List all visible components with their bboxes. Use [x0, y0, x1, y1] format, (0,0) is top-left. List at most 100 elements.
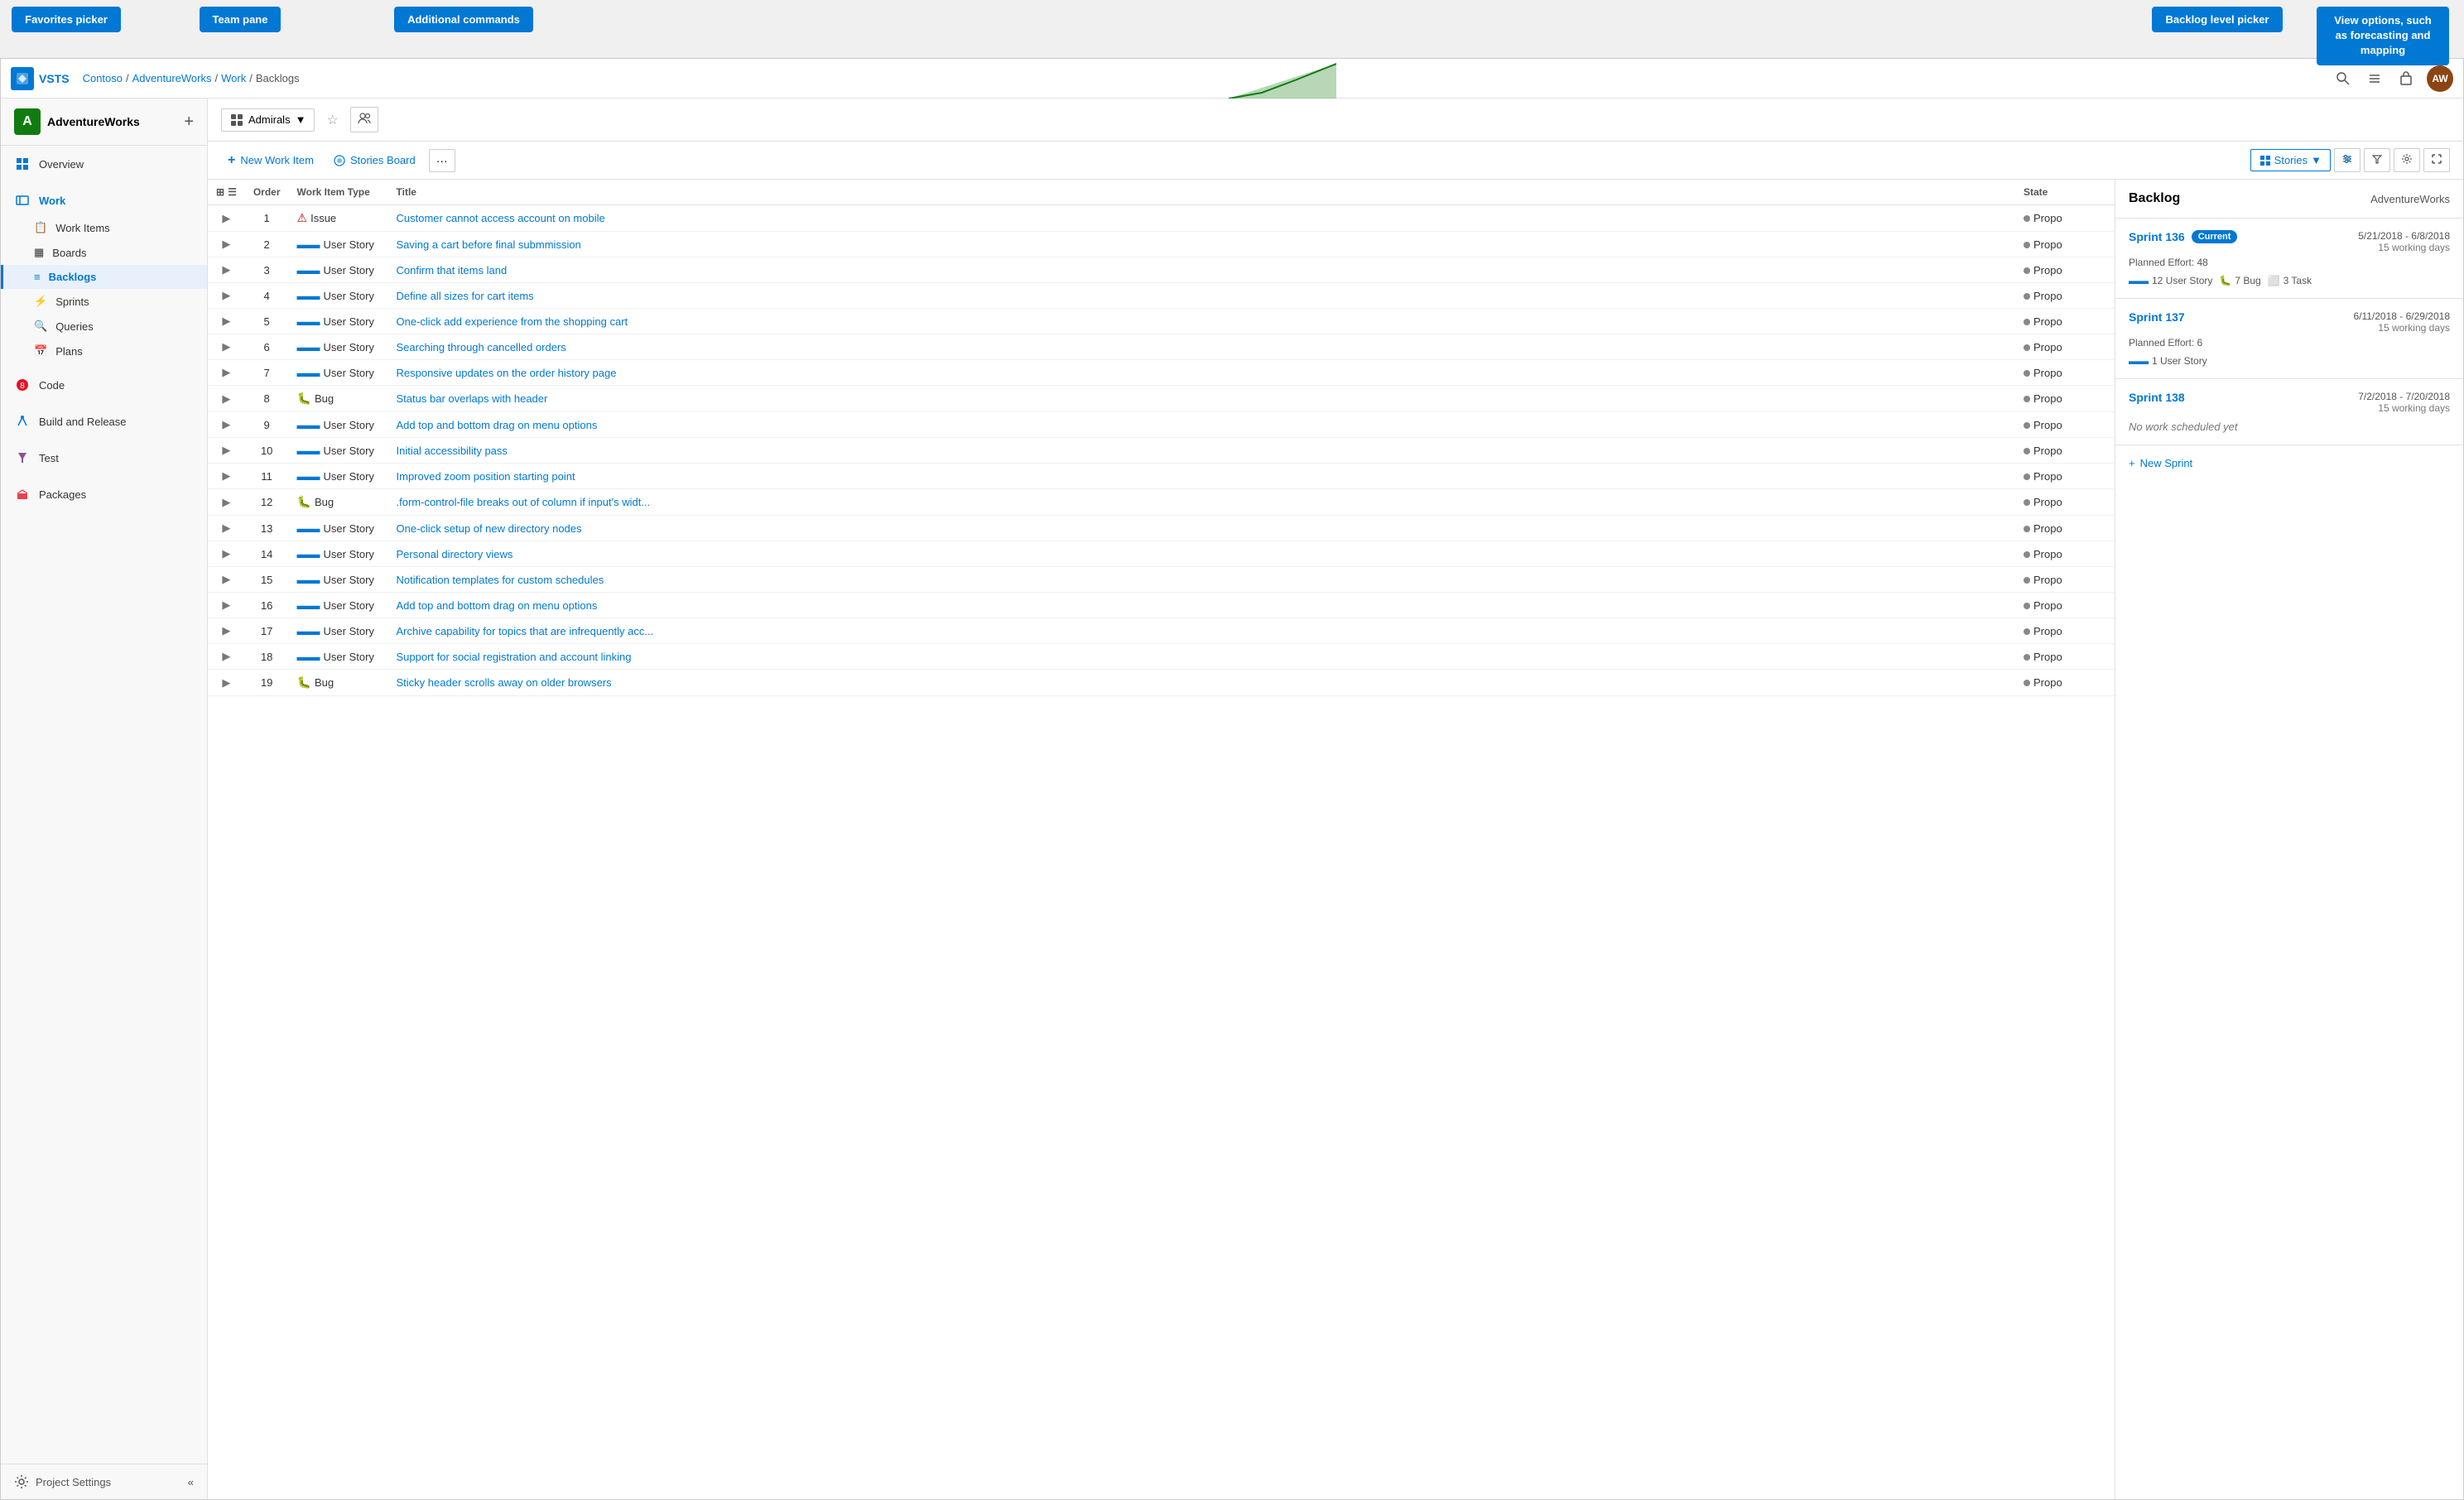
row-expand[interactable]: ▶ — [208, 334, 245, 360]
favorite-button[interactable]: ☆ — [321, 108, 343, 132]
team-selector[interactable]: Admirals ▼ — [221, 108, 315, 132]
new-work-item-button[interactable]: + New Work Item — [221, 149, 320, 172]
row-title[interactable]: Status bar overlaps with header — [388, 386, 2015, 412]
sidebar-item-boards[interactable]: ▦ Boards — [1, 240, 207, 265]
backlog-level-picker-tooltip[interactable]: Backlog level picker — [2152, 7, 2282, 32]
user-avatar[interactable]: AW — [2427, 65, 2453, 92]
app-logo[interactable]: VSTS — [11, 67, 70, 90]
row-expand[interactable]: ▶ — [208, 593, 245, 618]
column-options-button[interactable] — [2334, 148, 2361, 172]
table-row[interactable]: ▶7▬▬User StoryResponsive updates on the … — [208, 360, 2115, 386]
sidebar-item-test[interactable]: Test — [1, 443, 207, 473]
breadcrumb-adventureworks[interactable]: AdventureWorks — [132, 72, 212, 84]
table-row[interactable]: ▶15▬▬User StoryNotification templates fo… — [208, 567, 2115, 593]
bag-button[interactable] — [2395, 68, 2417, 89]
row-title[interactable]: One-click setup of new directory nodes — [388, 516, 2015, 541]
sidebar-item-queries[interactable]: 🔍 Queries — [1, 314, 207, 339]
row-expand[interactable]: ▶ — [208, 567, 245, 593]
row-expand[interactable]: ▶ — [208, 516, 245, 541]
collapse-sidebar-button[interactable]: « — [188, 1476, 194, 1488]
more-actions-button[interactable]: ··· — [429, 149, 455, 172]
stories-board-button[interactable]: Stories Board — [327, 150, 422, 171]
row-expand[interactable]: ▶ — [208, 309, 245, 334]
sidebar-item-packages[interactable]: Packages — [1, 479, 207, 509]
row-title[interactable]: Define all sizes for cart items — [388, 283, 2015, 309]
fullscreen-button[interactable] — [2423, 148, 2450, 172]
sidebar-footer[interactable]: Project Settings « — [1, 1464, 207, 1499]
row-expand[interactable]: ▶ — [208, 541, 245, 567]
table-row[interactable]: ▶1⚠IssueCustomer cannot access account o… — [208, 205, 2115, 232]
sidebar-item-workitems[interactable]: 📋 Work Items — [1, 215, 207, 240]
row-title[interactable]: Archive capability for topics that are i… — [388, 618, 2015, 644]
row-title[interactable]: .form-control-file breaks out of column … — [388, 489, 2015, 516]
row-expand[interactable]: ▶ — [208, 644, 245, 670]
table-row[interactable]: ▶3▬▬User StoryConfirm that items landPro… — [208, 257, 2115, 283]
table-row[interactable]: ▶13▬▬User StoryOne-click setup of new di… — [208, 516, 2115, 541]
row-title[interactable]: Add top and bottom drag on menu options — [388, 412, 2015, 438]
table-row[interactable]: ▶14▬▬User StoryPersonal directory viewsP… — [208, 541, 2115, 567]
row-title[interactable]: Improved zoom position starting point — [388, 464, 2015, 489]
sprint-137-name[interactable]: Sprint 137 — [2129, 310, 2185, 324]
table-row[interactable]: ▶4▬▬User StoryDefine all sizes for cart … — [208, 283, 2115, 309]
new-sprint-button[interactable]: + New Sprint — [2115, 445, 2206, 481]
row-title[interactable]: Notification templates for custom schedu… — [388, 567, 2015, 593]
list-button[interactable] — [2364, 68, 2385, 89]
sidebar-item-code[interactable]: 8 Code — [1, 370, 207, 400]
sidebar-item-overview[interactable]: Overview — [1, 149, 207, 179]
favorites-picker-tooltip[interactable]: Favorites picker — [12, 7, 121, 32]
view-options-tooltip[interactable]: View options, such as forecasting and ma… — [2317, 7, 2449, 65]
row-expand[interactable]: ▶ — [208, 670, 245, 696]
sidebar-item-plans[interactable]: 📅 Plans — [1, 339, 207, 363]
team-pane-tooltip[interactable]: Team pane — [200, 7, 282, 32]
row-expand[interactable]: ▶ — [208, 360, 245, 386]
breadcrumb-work[interactable]: Work — [221, 72, 246, 84]
table-row[interactable]: ▶8🐛BugStatus bar overlaps with headerPro… — [208, 386, 2115, 412]
row-title[interactable]: Confirm that items land — [388, 257, 2015, 283]
row-expand[interactable]: ▶ — [208, 205, 245, 232]
filter-button[interactable] — [2364, 148, 2390, 172]
row-title[interactable]: Support for social registration and acco… — [388, 644, 2015, 670]
table-row[interactable]: ▶5▬▬User StoryOne-click add experience f… — [208, 309, 2115, 334]
team-members-button[interactable] — [350, 107, 378, 132]
row-title[interactable]: Customer cannot access account on mobile — [388, 205, 2015, 232]
table-row[interactable]: ▶17▬▬User StoryArchive capability for to… — [208, 618, 2115, 644]
table-row[interactable]: ▶6▬▬User StorySearching through cancelle… — [208, 334, 2115, 360]
row-title[interactable]: Saving a cart before final submmission — [388, 232, 2015, 257]
row-expand[interactable]: ▶ — [208, 232, 245, 257]
sidebar-item-work[interactable]: Work — [1, 185, 207, 215]
table-row[interactable]: ▶10▬▬User StoryInitial accessibility pas… — [208, 438, 2115, 464]
row-title[interactable]: Responsive updates on the order history … — [388, 360, 2015, 386]
table-row[interactable]: ▶18▬▬User StorySupport for social regist… — [208, 644, 2115, 670]
table-row[interactable]: ▶11▬▬User StoryImproved zoom position st… — [208, 464, 2115, 489]
th-state[interactable]: State — [2015, 180, 2115, 205]
stories-dropdown[interactable]: Stories ▼ — [2250, 149, 2331, 171]
row-expand[interactable]: ▶ — [208, 618, 245, 644]
row-title[interactable]: Sticky header scrolls away on older brow… — [388, 670, 2015, 696]
sprint-136-name[interactable]: Sprint 136 — [2129, 230, 2185, 243]
sprint-138-name[interactable]: Sprint 138 — [2129, 391, 2185, 404]
sidebar-item-build[interactable]: Build and Release — [1, 406, 207, 436]
th-order[interactable]: Order — [245, 180, 289, 205]
row-expand[interactable]: ▶ — [208, 257, 245, 283]
breadcrumb-contoso[interactable]: Contoso — [83, 72, 123, 84]
additional-commands-tooltip[interactable]: Additional commands — [394, 7, 533, 32]
row-expand[interactable]: ▶ — [208, 412, 245, 438]
row-expand[interactable]: ▶ — [208, 283, 245, 309]
row-expand[interactable]: ▶ — [208, 464, 245, 489]
row-expand[interactable]: ▶ — [208, 438, 245, 464]
row-title[interactable]: Personal directory views — [388, 541, 2015, 567]
add-project-button[interactable]: + — [184, 113, 194, 132]
row-title[interactable]: One-click add experience from the shoppi… — [388, 309, 2015, 334]
row-expand[interactable]: ▶ — [208, 386, 245, 412]
th-title[interactable]: Title — [388, 180, 2015, 205]
row-title[interactable]: Add top and bottom drag on menu options — [388, 593, 2015, 618]
table-row[interactable]: ▶19🐛BugSticky header scrolls away on old… — [208, 670, 2115, 696]
table-row[interactable]: ▶16▬▬User StoryAdd top and bottom drag o… — [208, 593, 2115, 618]
th-type[interactable]: Work Item Type — [289, 180, 388, 205]
table-row[interactable]: ▶12🐛Bug.form-control-file breaks out of … — [208, 489, 2115, 516]
sidebar-item-sprints[interactable]: ⚡ Sprints — [1, 289, 207, 314]
settings-button[interactable] — [2394, 148, 2420, 172]
row-expand[interactable]: ▶ — [208, 489, 245, 516]
sidebar-item-backlogs[interactable]: ≡ Backlogs — [1, 265, 207, 289]
row-title[interactable]: Initial accessibility pass — [388, 438, 2015, 464]
